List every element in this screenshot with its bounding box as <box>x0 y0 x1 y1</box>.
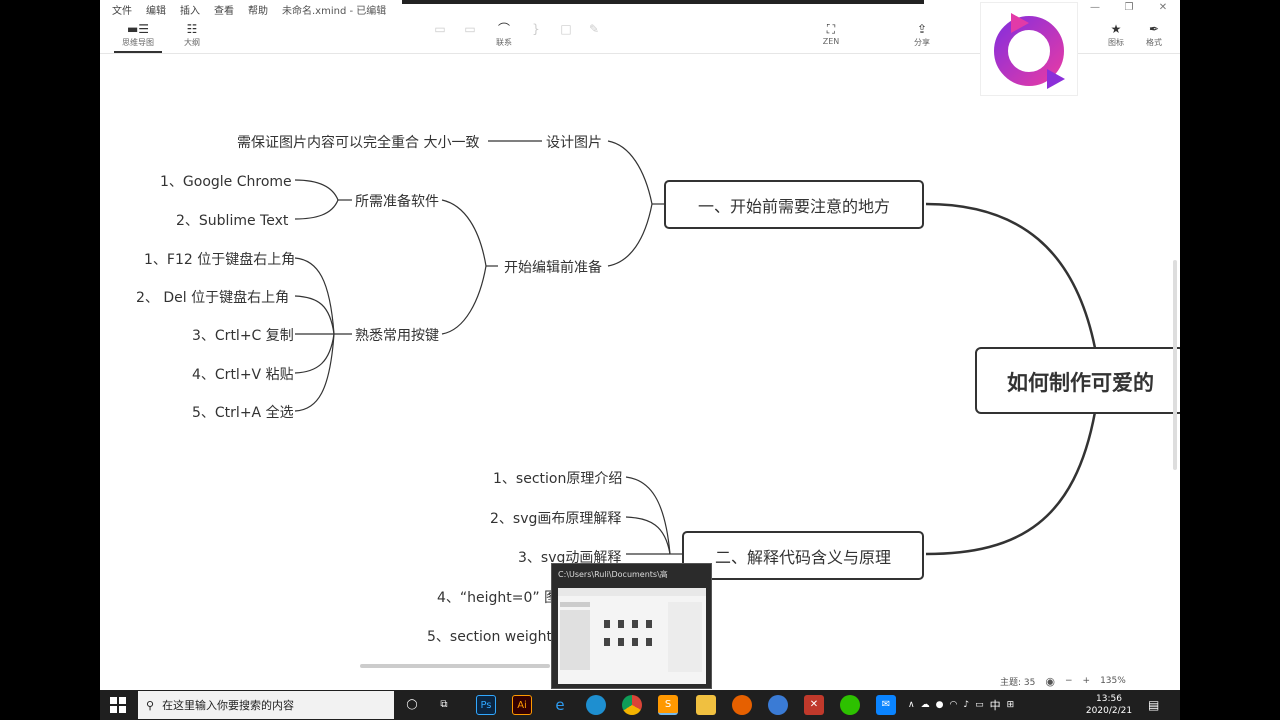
cloud-icon[interactable]: ☁ <box>921 700 930 710</box>
sublime-icon[interactable]: S <box>658 695 678 715</box>
software-item-1[interactable]: 1、Google Chrome <box>160 171 292 191</box>
vertical-scrollbar[interactable] <box>1173 260 1177 470</box>
key-item-1[interactable]: 1、F12 位于键盘右上角 <box>144 249 295 269</box>
ime-mode-icon[interactable]: ⊞ <box>1007 700 1015 710</box>
zoom-out-button[interactable]: − <box>1065 676 1073 686</box>
connector-design-image <box>607 140 653 205</box>
topic-count: 主题: 35 <box>1000 677 1036 688</box>
connector-software <box>441 199 487 267</box>
status-bar: 主题: 35 ◉ − + 135% <box>1000 674 1180 688</box>
xmind-icon[interactable]: ✕ <box>804 695 824 715</box>
design-image-topic[interactable]: 设计图片 <box>546 132 602 152</box>
network-icon[interactable]: ▭ <box>975 700 984 710</box>
notification-icon[interactable]: ▤ <box>1148 690 1168 720</box>
key-item-3[interactable]: 3、Crtl+C 复制 <box>192 325 294 345</box>
start-button[interactable] <box>108 695 128 715</box>
windows-taskbar: ⚲ 在这里输入你要搜索的内容 ◯ ⧉ Ps Ai e S ✕ ✉ ∧ ☁ ● ◠… <box>100 690 1180 720</box>
mail-icon[interactable]: ✉ <box>876 695 896 715</box>
clock[interactable]: 13:56 2020/2/21 <box>1080 690 1138 720</box>
root-topic[interactable]: 如何制作可爱的 <box>975 347 1180 414</box>
eye-icon[interactable]: ◉ <box>1045 675 1055 688</box>
zoom-in-button[interactable]: + <box>1083 676 1091 686</box>
connector-code-2 <box>625 516 671 555</box>
connector-keys <box>441 265 487 335</box>
edge-chromium-icon[interactable] <box>586 695 606 715</box>
chevron-up-icon[interactable]: ∧ <box>908 700 915 710</box>
code-item-4[interactable]: 4、“height=0” 图 <box>437 587 558 607</box>
software-topic[interactable]: 所需准备软件 <box>355 191 439 211</box>
connector-software-1 <box>294 179 339 201</box>
firefox-icon[interactable] <box>732 695 752 715</box>
connector-code-1 <box>625 476 671 555</box>
code-item-1[interactable]: 1、section原理介绍 <box>493 468 622 488</box>
search-placeholder: 在这里输入你要搜索的内容 <box>162 699 295 712</box>
logo-graphic <box>994 13 1065 89</box>
connector-prep <box>607 203 653 267</box>
illustrator-icon[interactable]: Ai <box>512 695 532 715</box>
preview-thumbnail[interactable] <box>558 588 706 684</box>
wifi-icon[interactable]: ◠ <box>949 700 957 710</box>
brand-logo <box>980 2 1078 96</box>
branch1-topic[interactable]: 一、开始前需要注意的地方 <box>664 180 924 229</box>
preview-title: C:\Users\Ruli\Documents\高 <box>558 570 668 579</box>
connector-key-2 <box>294 295 335 335</box>
task-view-icon[interactable]: ◯ <box>402 695 422 715</box>
windows-logo-icon <box>110 697 126 713</box>
app-icon[interactable] <box>768 695 788 715</box>
ime-indicator[interactable]: 中 <box>990 697 1001 713</box>
task-switch-icon[interactable]: ⧉ <box>434 695 454 715</box>
preview-thumbnail-graphic <box>558 588 706 672</box>
taskbar-search[interactable]: ⚲ 在这里输入你要搜索的内容 <box>138 691 394 719</box>
key-item-2[interactable]: 2、 Del 位于键盘右上角 <box>136 287 289 307</box>
chrome-icon[interactable] <box>622 695 642 715</box>
key-item-5[interactable]: 5、Ctrl+A 全选 <box>192 402 294 422</box>
wechat-icon[interactable] <box>840 695 860 715</box>
key-item-4[interactable]: 4、Crtl+V 粘贴 <box>192 364 294 384</box>
design-note-topic[interactable]: 需保证图片内容可以完全重合 大小一致 <box>237 132 479 152</box>
search-icon: ⚲ <box>146 698 155 712</box>
prep-topic[interactable]: 开始编辑前准备 <box>504 257 602 277</box>
code-item-2[interactable]: 2、svg画布原理解释 <box>490 508 621 528</box>
tray-app-icon[interactable]: ● <box>936 700 944 710</box>
zoom-level[interactable]: 135% <box>1100 676 1126 686</box>
clock-time: 13:56 <box>1096 694 1122 704</box>
system-tray: ∧ ☁ ● ◠ ♪ ▭ 中 ⊞ <box>908 690 1014 720</box>
connector-software-2 <box>294 199 339 220</box>
volume-icon[interactable]: ♪ <box>963 700 969 710</box>
clock-date: 2020/2/21 <box>1085 706 1133 716</box>
connector-root-branch1 <box>925 202 1097 349</box>
branch2-topic[interactable]: 二、解释代码含义与原理 <box>682 531 924 580</box>
edge-icon[interactable]: e <box>550 695 570 715</box>
horizontal-scrollbar[interactable] <box>360 664 550 668</box>
photoshop-icon[interactable]: Ps <box>476 695 496 715</box>
keys-topic[interactable]: 熟悉常用按键 <box>355 325 439 345</box>
software-item-2[interactable]: 2、Sublime Text <box>176 210 288 230</box>
code-item-5[interactable]: 5、section weight <box>427 626 552 646</box>
connector-root-branch2 <box>925 411 1097 556</box>
file-explorer-icon[interactable] <box>696 695 716 715</box>
connector-key-4 <box>294 333 335 374</box>
taskbar-preview[interactable]: C:\Users\Ruli\Documents\高 <box>551 563 712 689</box>
